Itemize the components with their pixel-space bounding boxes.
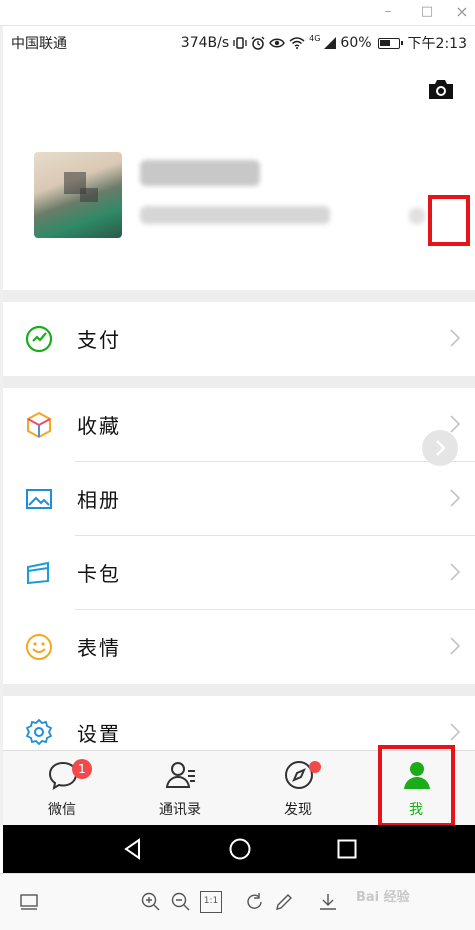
tab-discover[interactable]: 发现	[239, 751, 357, 826]
menu-item-stickers[interactable]: 表情	[3, 610, 475, 684]
menu-item-settings[interactable]: 设置	[3, 696, 475, 750]
cube-icon	[27, 411, 51, 439]
battery-percent: 60%	[340, 35, 372, 51]
chevron-right-icon	[450, 637, 461, 655]
alarm-icon	[251, 36, 265, 50]
chevron-right-icon	[450, 563, 461, 581]
signal-icon	[324, 37, 337, 49]
tab-label: 发现	[284, 802, 312, 818]
profile-header[interactable]	[3, 58, 475, 290]
floating-next-button[interactable]	[422, 430, 458, 466]
tab-label: 通讯录	[159, 802, 201, 818]
clock: 下午2:13	[407, 36, 467, 52]
chevron-right-icon	[450, 723, 461, 741]
section-gap	[3, 376, 475, 388]
smiley-icon	[26, 634, 52, 660]
profile-id-blurred	[140, 206, 330, 224]
rotate-icon[interactable]	[244, 891, 266, 913]
tab-label: 微信	[48, 802, 76, 818]
zoom-in-icon[interactable]	[140, 891, 162, 913]
menu-label: 卡包	[77, 562, 121, 586]
actual-size-button[interactable]: 1:1	[200, 891, 222, 913]
image-icon	[26, 489, 52, 509]
status-bar: 中国联通 374B/s 4G 60% 下午2:13	[3, 26, 475, 58]
carrier-label: 中国联通	[11, 36, 67, 52]
wallet-icon	[25, 325, 53, 353]
menu-label: 相册	[77, 488, 121, 512]
android-nav-bar	[3, 825, 475, 873]
menu-item-favorites[interactable]: 收藏	[3, 388, 475, 462]
menu-label: 支付	[77, 328, 121, 352]
menu-label: 设置	[77, 722, 121, 746]
menu-item-album[interactable]: 相册	[3, 462, 475, 536]
network-speed: 374B/s	[180, 35, 230, 51]
discover-notification-dot	[309, 761, 321, 773]
card-icon	[27, 561, 49, 585]
section-gap	[3, 684, 475, 696]
profile-name-blurred	[140, 160, 260, 186]
highlight-box-me-tab	[378, 745, 455, 827]
home-icon[interactable]	[228, 837, 252, 861]
close-button[interactable]: ×	[453, 3, 471, 21]
recents-icon[interactable]	[335, 837, 359, 861]
section-gap	[3, 290, 475, 302]
qr-code-icon[interactable]	[409, 208, 425, 224]
highlight-box-qr	[428, 195, 470, 246]
network-type-label: 4G	[309, 33, 321, 43]
menu-item-pay[interactable]: 支付	[3, 302, 475, 376]
eye-icon	[269, 38, 285, 48]
avatar[interactable]	[34, 152, 122, 238]
chevron-right-icon	[450, 329, 461, 347]
avatar-pixel	[80, 188, 98, 202]
wifi-icon	[289, 37, 305, 49]
chevron-right-icon	[450, 489, 461, 507]
gear-icon	[25, 718, 53, 746]
thumbnail-icon[interactable]	[18, 891, 40, 913]
chevron-right-icon	[436, 440, 446, 456]
image-viewer-toolbar: 1:1 Bai 经验	[0, 873, 475, 930]
tab-contacts[interactable]: 通讯录	[121, 751, 239, 826]
edit-pencil-icon[interactable]	[273, 891, 295, 913]
menu-item-cards[interactable]: 卡包	[3, 536, 475, 610]
tab-chats[interactable]: 1 微信	[3, 751, 121, 826]
unread-badge: 1	[72, 759, 92, 779]
zoom-out-icon[interactable]	[170, 891, 192, 913]
contacts-icon	[165, 762, 195, 788]
camera-icon[interactable]	[427, 78, 455, 100]
menu-label: 收藏	[77, 414, 121, 438]
battery-fill	[379, 39, 390, 46]
maximize-button[interactable]: □	[418, 3, 436, 21]
download-icon[interactable]	[317, 891, 339, 913]
status-right-group: 374B/s 4G 60% 下午2:13	[181, 33, 467, 53]
back-icon[interactable]	[121, 837, 145, 861]
viewer-window-bar: – □ ×	[0, 0, 475, 26]
menu-label: 表情	[77, 636, 121, 660]
vibrate-icon	[233, 37, 247, 49]
baidu-jingyan-watermark: Bai 经验	[356, 890, 410, 905]
minimize-button[interactable]: –	[379, 3, 397, 21]
phone-screenshot: – □ × 中国联通 374B/s 4G 60% 下午2:13 支付 收藏 相册…	[0, 0, 475, 930]
battery-icon	[377, 37, 403, 49]
